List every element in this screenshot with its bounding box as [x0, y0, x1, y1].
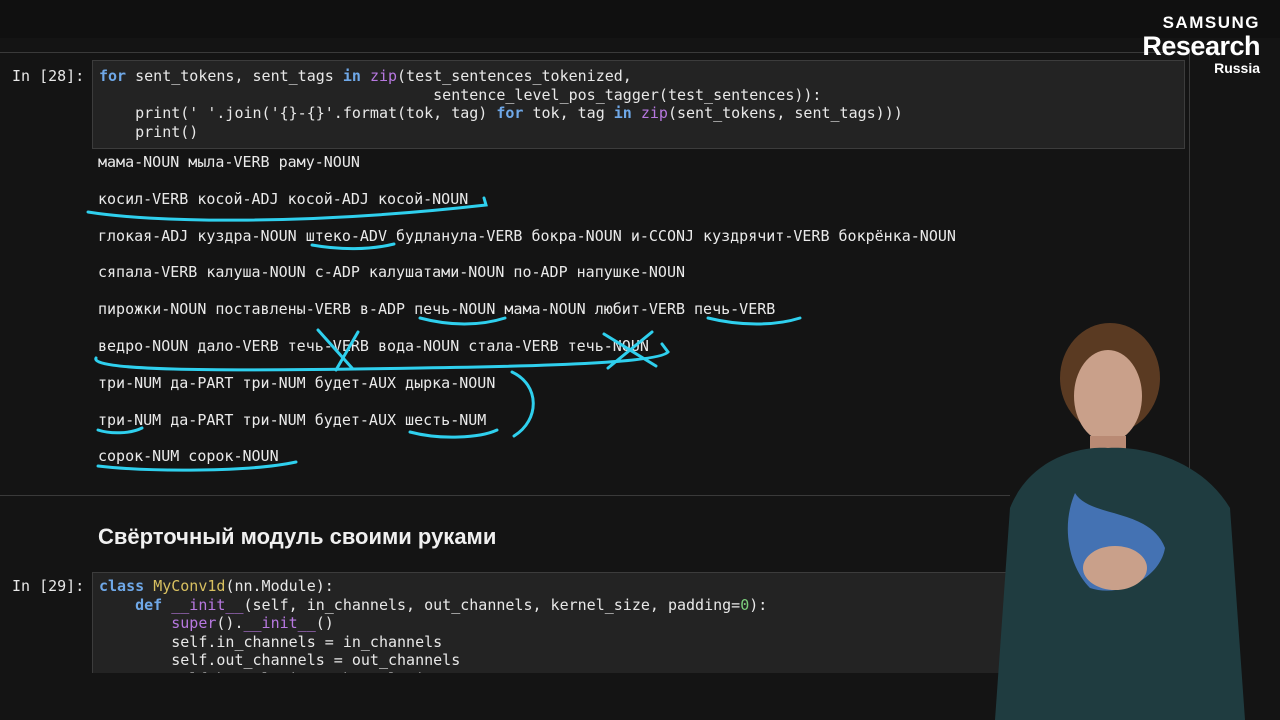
- code-token: ):: [749, 595, 768, 614]
- underline-shteko: [310, 242, 396, 251]
- samsung-research-logo: SAMSUNG Research Russia: [1142, 13, 1260, 77]
- code-token: zip: [640, 104, 668, 122]
- code-token: MyConv1d: [153, 577, 226, 595]
- code-token: (sent_tokens, sent_tags))): [667, 104, 903, 122]
- code-line: class MyConv1d(nn.Module):: [99, 577, 334, 596]
- underline-shest: [408, 428, 499, 439]
- section-heading: Свёрточный модуль своими руками: [98, 524, 497, 549]
- code-token: 0: [740, 595, 750, 614]
- cell-separator: [0, 495, 1010, 496]
- code-line: def __init__(self, in_channels, out_chan…: [99, 596, 767, 615]
- output-line: косил-VERB косой-ADJ косой-ADJ косой-NOU…: [98, 189, 469, 208]
- code-token: self.out_channels = out_channels: [99, 651, 461, 669]
- output-line: три-NUM да-PART три-NUM будет-AUX шесть-…: [98, 410, 487, 429]
- code-token: for: [99, 67, 127, 85]
- code-line: self.kernel_size = kernel_size: [99, 670, 442, 674]
- logo-line2: Research: [1142, 31, 1260, 61]
- toolbar-divider: [0, 52, 1190, 53]
- code-token: def: [135, 595, 163, 614]
- code-token: in: [613, 104, 632, 122]
- output-line: мама-NOUN мыла-VERB раму-NOUN: [98, 153, 360, 171]
- logo-line3: Russia: [1214, 60, 1260, 76]
- cell-28-prompt: In [28]:: [12, 67, 85, 85]
- output-line: пирожки-NOUN поставлены-VERB в-ADP печь-…: [98, 300, 776, 319]
- code-token: print(): [99, 122, 199, 141]
- code-line: self.in_channels = in_channels: [99, 633, 442, 652]
- code-token: (): [315, 614, 334, 632]
- code-token: sent_tokens, sent_tags: [126, 67, 343, 85]
- output-line: сяпала-VERB калуша-NOUN с-ADP калушатами…: [98, 263, 685, 282]
- code-line: super().__init__(): [99, 614, 334, 633]
- code-token: super: [171, 614, 217, 632]
- underline-pech-noun: [418, 316, 507, 326]
- code-token: sentence_level_pos_tagger(test_sentences…: [99, 85, 822, 104]
- code-line: print(): [99, 123, 198, 142]
- output-line: ведро-NOUN дало-VERB течь-VERB вода-NOUN…: [98, 337, 649, 355]
- code-line: self.out_channels = out_channels: [99, 651, 460, 670]
- logo-line1: SAMSUNG: [1162, 13, 1260, 32]
- code-token: in: [342, 67, 361, 85]
- notebook-toolbar: [0, 0, 1280, 38]
- output-line: три-NUM да-PART три-NUM будет-AUX дырка-…: [98, 373, 496, 392]
- cell-28-code-input[interactable]: for sent_tokens, sent_tags in zip(test_s…: [92, 60, 1185, 149]
- output-line: сорок-NUM сорок-NOUN: [98, 447, 279, 466]
- code-token: self.in_channels = in_channels: [99, 632, 443, 651]
- code-token: for: [496, 104, 524, 122]
- code-line: print(' '.join('{}-{}'.format(tok, tag) …: [99, 104, 903, 123]
- code-token: (self, in_channels, out_channels, kernel…: [243, 595, 741, 614]
- code-token: ().: [216, 614, 244, 632]
- output-line: глокая-ADJ куздра-NOUN штеко-ADV будлану…: [98, 226, 956, 245]
- underline-pech-verb: [706, 316, 802, 326]
- code-line: sentence_level_pos_tagger(test_sentences…: [99, 86, 821, 105]
- presenter-figure: [995, 323, 1245, 720]
- code-token: (nn.Module):: [225, 577, 334, 595]
- code-token: self.kernel_size = kernel_size: [99, 670, 442, 674]
- code-token: print(' '.join('{}-{}'.format(tok, tag): [99, 104, 497, 122]
- cell-29-prompt: In [29]:: [12, 577, 85, 595]
- code-token: __init__: [171, 595, 244, 614]
- code-token: (test_sentences_tokenized,: [397, 67, 632, 85]
- bracket: [510, 370, 535, 438]
- code-token: __init__: [243, 614, 316, 632]
- code-token: zip: [369, 67, 398, 85]
- underline-tri: [96, 426, 144, 435]
- code-token: tok, tag: [523, 104, 614, 122]
- code-token: class: [99, 577, 145, 595]
- code-line: for sent_tokens, sent_tags in zip(test_s…: [99, 67, 632, 86]
